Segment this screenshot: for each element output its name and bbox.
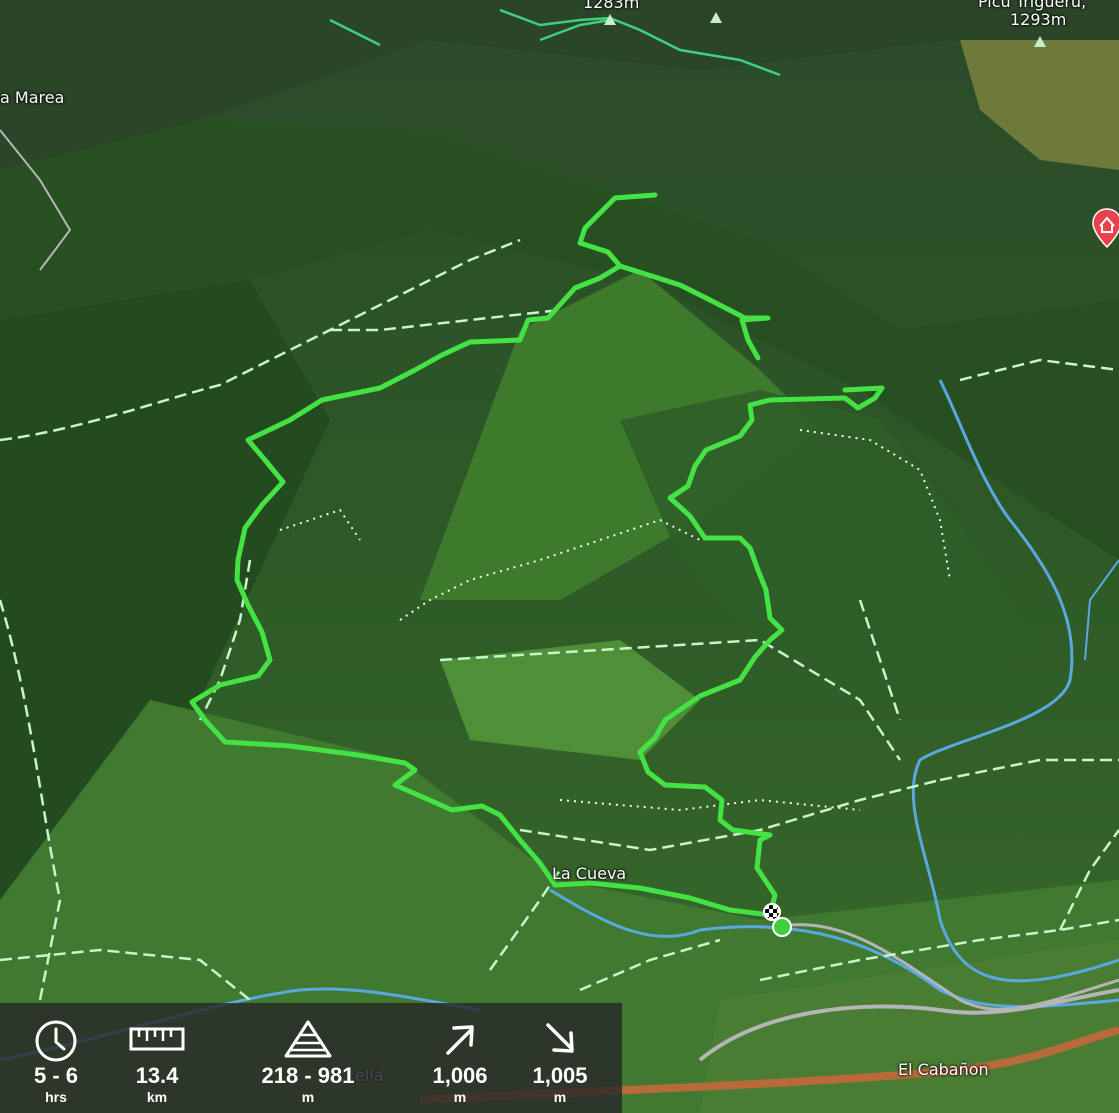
peak-elevation-label: 1293m (1010, 10, 1067, 29)
stat-ascent-unit: m (453, 1089, 467, 1105)
start-point-icon[interactable] (772, 917, 792, 937)
peak-marker-icon (1034, 36, 1046, 47)
stat-ascent: 1,006 m (405, 1003, 515, 1113)
peak-marker-icon (604, 14, 616, 25)
terrain-imagery (0, 0, 1119, 1113)
stat-duration: 5 - 6 hrs (1, 1003, 111, 1113)
arrow-down-right-icon (546, 1023, 574, 1053)
route-stats-bar: 5 - 6 hrs 13.4 km 218 - 981 m 1,006 m 1,… (0, 1003, 622, 1113)
place-label-el-cabanon: El Cabañon (898, 1060, 989, 1079)
stat-ascent-value: 1,006 (432, 1063, 488, 1088)
stat-elevation-value: 218 - 981 (261, 1063, 355, 1088)
stat-duration-unit: hrs (45, 1089, 67, 1105)
peak-elevation-label: 1283m (583, 0, 640, 12)
peak-marker-icon (710, 12, 722, 23)
ruler-icon (129, 1027, 185, 1051)
stat-distance: 13.4 km (102, 1003, 212, 1113)
stat-distance-unit: km (146, 1089, 168, 1105)
stat-distance-value: 13.4 (135, 1063, 179, 1088)
elevation-pyramid-icon (284, 1020, 332, 1058)
stat-descent-unit: m (553, 1089, 567, 1105)
stat-descent: 1,005 m (505, 1003, 615, 1113)
stat-elevation-unit: m (301, 1089, 315, 1105)
map-view[interactable]: a Marea 1283m Picu Trigueru, 1293m La Cu… (0, 0, 1119, 1113)
stat-descent-value: 1,005 (532, 1063, 588, 1088)
stat-duration-value: 5 - 6 (33, 1063, 79, 1088)
clock-icon (35, 1020, 77, 1062)
place-label-marea: a Marea (0, 88, 65, 107)
stat-elevation: 218 - 981 m (253, 1003, 363, 1113)
arrow-up-right-icon (446, 1025, 474, 1055)
lodging-pin-icon[interactable] (1092, 208, 1119, 248)
place-label-la-cueva: La Cueva (552, 864, 627, 883)
